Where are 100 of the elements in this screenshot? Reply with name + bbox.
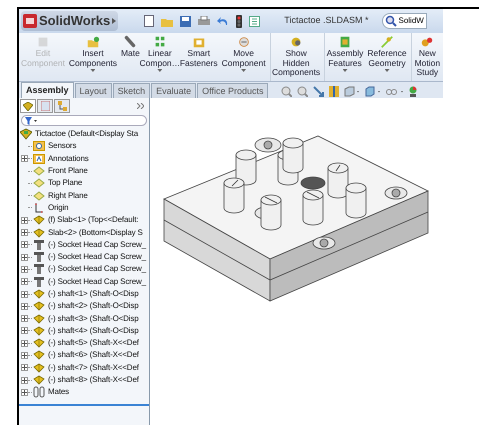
section-view-icon[interactable] [329,86,340,97]
show-icon [289,35,304,49]
document-title: Tictactoe .SLDASM * [284,14,368,28]
tree-item[interactable]: (-) shaft<6> (Shaft-X<<Def [19,349,149,362]
options-list-icon[interactable] [249,16,260,26]
part-icon [33,288,45,300]
ribbon-tab[interactable]: Sketch [112,83,150,98]
tree-item[interactable]: Front Plane [19,164,149,178]
part-icon [33,374,45,386]
screw-icon [33,263,45,276]
dropdown-caret-icon[interactable] [342,69,348,72]
ribbon-button[interactable]: New Motion Study [410,33,443,81]
ribbon-button[interactable]: Assembly Features [324,33,366,81]
expand-panel-icon[interactable] [137,103,144,109]
ribbon-tab[interactable]: Evaluate [151,83,196,98]
traffic-light-icon[interactable] [236,14,242,28]
display-style-icon[interactable] [365,86,382,97]
tree-item[interactable]: Mates [19,386,149,399]
expand-icon[interactable] [21,315,28,322]
tree-item[interactable]: Origin [19,202,149,214]
save-icon[interactable] [180,16,192,26]
origin-icon [33,202,45,214]
appearance-icon[interactable] [409,86,418,97]
tree-item[interactable]: Slab<2> (Bottom<Display S [19,226,149,239]
menu-arrow-icon[interactable] [112,18,116,24]
ribbon-button[interactable]: Insert Components [66,33,119,81]
ribbon-button[interactable]: Move Component [220,33,268,81]
zoom-area-icon[interactable] [297,86,308,97]
tree-item[interactable]: (-) Socket Head Cap Screw_ [19,263,149,276]
plane-icon [33,165,45,178]
move-icon [236,35,251,49]
sensor-icon [33,140,45,152]
tree-item[interactable]: (-) shaft<4> (Shaft-O<Disp [19,324,149,338]
print-icon[interactable] [198,16,210,26]
part-icon [33,324,45,337]
new-document-icon[interactable] [144,15,154,27]
ribbon-tab[interactable]: Assembly [21,82,74,98]
ribbon-button[interactable]: Linear Compon… [142,33,178,81]
ribbon-button[interactable]: Smart Fasteners [178,33,220,81]
logo-icon [23,14,37,28]
tree-item[interactable]: Sensors [19,140,149,153]
tree-item[interactable]: (-) Socket Head Cap Screw_ [19,250,149,264]
expand-icon[interactable] [21,340,28,347]
clipboard-icon [40,101,50,111]
tree-item[interactable]: Tictactoe (Default<Display Sta [19,128,149,140]
ribbon-button[interactable]: Reference Geometry [365,33,409,81]
dropdown-caret-icon[interactable] [241,69,246,72]
geometry-icon [380,35,394,49]
tree-item[interactable]: Top Plane [19,177,149,190]
tree-item[interactable]: (-) shaft<1> (Shaft-O<Disp [19,288,149,300]
expand-icon[interactable] [21,302,28,310]
expand-icon[interactable] [21,278,28,286]
part-icon [33,300,45,312]
expand-icon[interactable] [21,266,28,273]
expand-icon[interactable] [21,290,28,298]
tree-item[interactable]: (-) shaft<5> (Shaft-X<<Def [19,337,149,350]
hide-show-icon[interactable] [386,86,404,97]
part-icon [33,226,45,239]
screw-icon [33,276,45,288]
motion-icon [420,35,434,49]
expand-icon[interactable] [21,352,28,359]
expand-icon[interactable] [21,216,28,224]
tree-item[interactable]: (-) Socket Head Cap Screw_ [19,276,149,288]
assembly-icon [23,102,33,110]
ribbon-button[interactable]: Show Hidden Components [270,33,322,81]
dropdown-caret-icon[interactable] [384,69,390,72]
tree-item[interactable]: (-) Socket Head Cap Screw_ [19,238,149,251]
dropdown-caret-icon[interactable] [157,69,162,72]
part-icon [33,362,45,374]
tree-item[interactable]: (-) shaft<2> (Shaft-O<Disp [19,300,149,312]
expand-icon[interactable] [21,327,28,334]
zoom-fit-icon[interactable] [281,86,292,97]
tree-item[interactable]: (f) Slab<1> (Top<<Default: [19,214,149,226]
dropdown-caret-icon[interactable] [90,69,96,72]
annotation-icon [33,152,45,165]
previous-view-icon[interactable] [313,86,324,97]
expand-icon[interactable] [21,229,28,236]
edit-icon [36,35,50,49]
tree-item[interactable]: Annotations [19,152,149,165]
tree-item[interactable]: (-) shaft<3> (Shaft-O<Disp [19,312,149,325]
plane-icon [33,177,45,190]
filter-icon[interactable] [25,116,37,124]
expand-icon[interactable] [21,254,28,261]
expand-icon[interactable] [21,364,28,372]
mates-icon [33,386,45,398]
mate-icon [123,35,138,49]
tree-item[interactable]: (-) shaft<7> (Shaft-X<<Def [19,362,149,374]
linear-icon [152,35,167,49]
tree-item[interactable]: (-) shaft<8> (Shaft-X<<Def [19,374,149,386]
expand-icon[interactable] [21,155,28,162]
tree-item[interactable]: Right Plane [19,189,149,202]
view-orientation-icon[interactable] [344,86,360,97]
expand-icon[interactable] [21,376,28,384]
expand-icon[interactable] [21,388,28,396]
undo-icon[interactable] [217,16,230,26]
ribbon-tab[interactable]: Office Products [197,83,268,98]
ribbon-tab[interactable]: Layout [74,83,112,98]
expand-icon[interactable] [21,241,28,248]
configuration-manager-tab[interactable] [54,99,70,113]
feature-manager-tab[interactable] [20,99,36,113]
